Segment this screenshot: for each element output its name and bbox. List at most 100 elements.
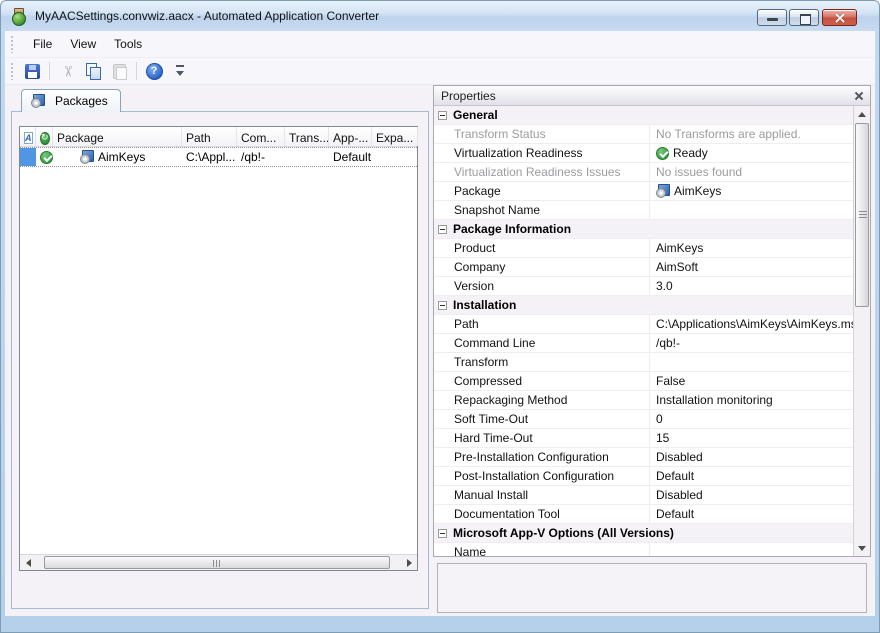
property-label: Transform Status [434,127,649,141]
property-value-text: Default [656,469,694,483]
horizontal-scroll-thumb[interactable] [44,556,390,569]
property-value [649,201,853,219]
property-row-transform-status[interactable]: Transform StatusNo Transforms are applie… [434,125,853,144]
column-app[interactable]: App-... [329,127,372,146]
scroll-right-button[interactable] [401,555,417,570]
property-value-text: Ready [673,146,708,160]
package-list-header: PackagePath Com... Trans...App-... Expa... [20,127,417,147]
scroll-left-button[interactable] [20,555,36,570]
toolbar [5,58,875,85]
property-row-soft-time-out[interactable]: Soft Time-Out0 [434,410,853,429]
scroll-right-icon [407,559,412,567]
tab-packages[interactable]: Packages [21,89,121,112]
column-package[interactable]: Package [53,127,182,146]
status-cell [36,148,53,166]
package-icon [656,184,670,198]
property-row-product[interactable]: ProductAimKeys [434,239,853,258]
property-value [649,353,853,371]
scroll-down-button[interactable] [854,540,870,556]
collapse-icon[interactable] [438,529,447,538]
property-row-path[interactable]: PathC:\Applications\AimKeys\AimKeys.msi [434,315,853,334]
main-area: Packages PackagePath Com... Trans...App-..… [5,85,875,616]
help-button[interactable] [142,60,166,82]
close-button[interactable] [822,9,857,26]
property-row-snapshot-name[interactable]: Snapshot Name [434,201,853,220]
menubar-grip-handle[interactable] [10,35,14,53]
horizontal-scroll-track[interactable] [36,555,401,570]
property-row-hard-time-out[interactable]: Hard Time-Out15 [434,429,853,448]
properties-panel: Properties GeneralTransform StatusNo Tra… [433,85,871,618]
package-list: PackagePathCom...Trans...App-...Expa... … [19,126,418,571]
vertical-scrollbar[interactable] [853,106,870,556]
property-row-virtualization-readiness[interactable]: Virtualization ReadinessReady [434,144,853,163]
cut-button [55,60,79,82]
property-row-package[interactable]: PackageAimKeys [434,182,853,201]
property-value-text: No issues found [656,165,742,179]
property-group-package-information: Package Information [434,220,853,239]
property-row-repackaging-method[interactable]: Repackaging MethodInstallation monitorin… [434,391,853,410]
property-row-virtualization-readiness-issues[interactable]: Virtualization Readiness IssuesNo issues… [434,163,853,182]
column-expa[interactable]: Expa... [372,127,418,146]
column-label: Expa... [376,131,413,145]
property-row-compressed[interactable]: CompressedFalse [434,372,853,391]
property-value: Disabled [649,448,853,466]
property-row-company[interactable]: CompanyAimSoft [434,258,853,277]
path-cell: C:\Appl... [182,148,237,166]
property-value: 3.0 [649,277,853,295]
property-value: AimSoft [649,258,853,276]
property-value-text: AimSoft [656,260,698,274]
menu-file[interactable]: File [24,33,61,55]
property-label: Product [434,241,649,255]
property-row-command-line[interactable]: Command Line/qb!- [434,334,853,353]
column-trans[interactable]: Trans... [285,127,329,146]
toolbar-grip-handle[interactable] [10,62,14,80]
property-label: Soft Time-Out [434,412,649,426]
property-row-transform[interactable]: Transform [434,353,853,372]
property-row-manual-install[interactable]: Manual InstallDisabled [434,486,853,505]
property-row-version[interactable]: Version3.0 [434,277,853,296]
property-row-name[interactable]: Name [434,543,853,556]
scroll-up-button[interactable] [854,106,870,122]
properties-box: Properties GeneralTransform StatusNo Tra… [433,85,871,557]
vertical-scroll-thumb[interactable] [855,123,869,307]
property-row-post-installation-configuration[interactable]: Post-Installation ConfigurationDefault [434,467,853,486]
property-value: Default [649,505,853,523]
menu-view[interactable]: View [61,33,105,55]
maximize-button[interactable] [789,9,819,26]
package-icon [31,94,45,108]
property-value: Default [649,467,853,485]
overflow-button[interactable] [168,60,192,82]
copy-button[interactable] [81,60,105,82]
property-row-documentation-tool[interactable]: Documentation ToolDefault [434,505,853,524]
property-value: Disabled [649,486,853,504]
property-group-installation: Installation [434,296,853,315]
group-label: Installation [453,298,516,312]
column-path[interactable]: Path [182,127,237,146]
properties-close-icon[interactable] [853,90,865,102]
minimize-button[interactable] [757,9,787,26]
collapse-icon[interactable] [438,225,447,234]
property-row-pre-installation-configuration[interactable]: Pre-Installation ConfigurationDisabled [434,448,853,467]
property-value [649,543,853,556]
property-value-text: Installation monitoring [656,393,773,407]
column-refresh-icon[interactable] [36,127,53,146]
property-value-text: Disabled [656,450,703,464]
save-button[interactable] [20,60,44,82]
package-list-body: AimKeysC:\Appl.../qb!-Default [20,147,417,554]
collapse-icon[interactable] [438,301,447,310]
package-name: AimKeys [98,150,145,164]
property-group-general: General [434,106,853,125]
column-type-filter-icon[interactable] [20,127,36,146]
horizontal-scrollbar[interactable] [20,554,417,570]
column-com[interactable]: Com... [237,127,285,146]
column-label: Com... [241,131,276,145]
property-value-text: 3.0 [656,279,673,293]
collapse-icon[interactable] [438,111,447,120]
client-area: FileViewTools Packages PackagePath Com...… [5,31,875,616]
property-label: Command Line [434,336,649,350]
toolbar-buttons [20,60,192,82]
table-row[interactable]: AimKeysC:\Appl.../qb!-Default [20,147,417,167]
menu-tools[interactable]: Tools [105,33,151,55]
property-value-text: AimKeys [674,184,721,198]
command-cell: /qb!- [237,148,285,166]
